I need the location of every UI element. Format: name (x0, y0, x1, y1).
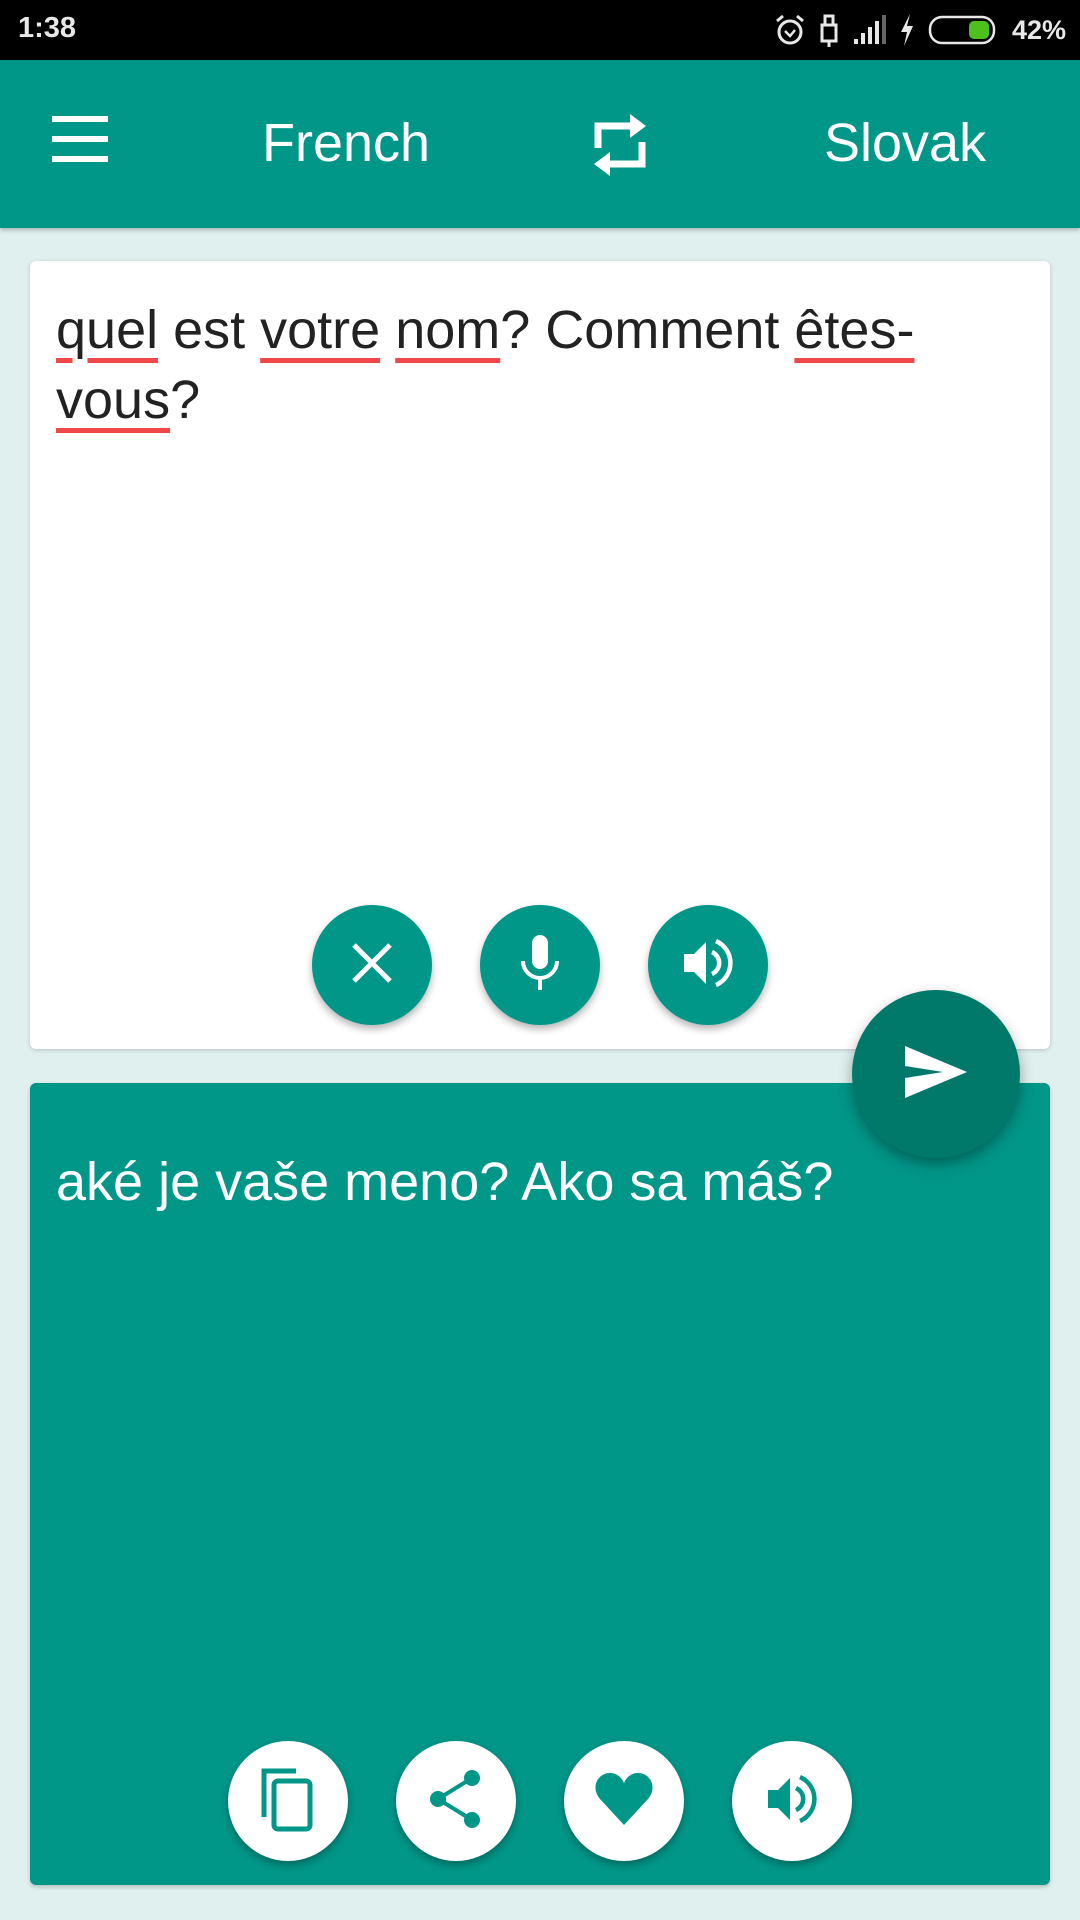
source-word: est (158, 300, 261, 360)
share-button[interactable] (396, 1741, 516, 1861)
source-input-card[interactable]: quel est votre nom? Comment êtes-vous? (30, 261, 1050, 1049)
alarm-icon (774, 13, 806, 47)
send-icon (903, 1044, 969, 1105)
source-word: quel (56, 300, 159, 360)
hamburger-menu-icon[interactable] (52, 116, 114, 162)
speak-translation-button[interactable] (732, 1741, 852, 1861)
copy-button[interactable] (228, 1741, 348, 1861)
charging-icon (898, 14, 916, 46)
source-word: nom (395, 300, 501, 360)
clear-icon (350, 941, 394, 990)
favorite-button[interactable] (564, 1741, 684, 1861)
swap-languages-icon[interactable] (590, 112, 660, 182)
status-icons: 42% (774, 10, 1066, 50)
status-time: 1:38 (18, 12, 77, 44)
clear-button[interactable] (312, 905, 432, 1025)
status-bar: 1:38 42% (0, 0, 1080, 60)
speak-source-button[interactable] (648, 905, 768, 1025)
copy-icon (260, 1765, 316, 1838)
translate-send-button[interactable] (852, 990, 1020, 1158)
app-bar: French Slovak (0, 60, 1080, 228)
battery-percentage: 42% (1011, 14, 1066, 45)
source-language-selector[interactable]: French (262, 112, 430, 174)
source-text-input[interactable]: quel est votre nom? Comment êtes-vous? (56, 295, 1030, 435)
battery-icon (928, 15, 1000, 45)
source-word: êtes- (794, 300, 915, 360)
favorite-icon (594, 1771, 654, 1832)
signal-icon (852, 15, 886, 45)
target-language-selector[interactable]: Slovak (824, 112, 986, 174)
source-word: votre (260, 300, 381, 360)
translation-output-card: aké je vaše meno? Ako sa máš? (30, 1083, 1050, 1885)
source-word: ? Comment (500, 300, 795, 360)
speaker-icon (680, 935, 736, 996)
usb-icon (818, 13, 840, 47)
source-word (380, 300, 395, 360)
source-word: vous (56, 370, 171, 430)
microphone-button[interactable] (480, 905, 600, 1025)
source-word: ? (170, 370, 201, 430)
speaker-icon (764, 1771, 820, 1832)
microphone-icon (518, 933, 562, 998)
share-icon (428, 1768, 484, 1835)
translated-text: aké je vaše meno? Ako sa máš? (56, 1152, 834, 1212)
